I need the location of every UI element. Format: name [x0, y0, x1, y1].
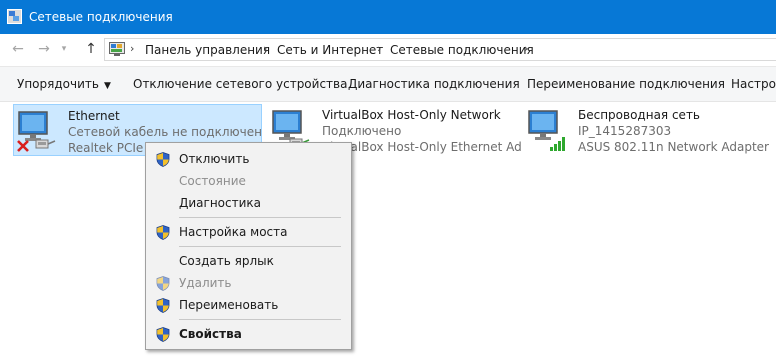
menu-label: Настройка моста — [179, 225, 288, 239]
disable-device-button[interactable]: Отключение сетевого устройства — [133, 77, 347, 91]
up-arrow-icon[interactable]: ↑ — [82, 40, 100, 58]
menu-label: Состояние — [179, 174, 246, 188]
wifi-signal-icon — [550, 137, 565, 151]
connection-name: Ethernet — [68, 109, 120, 123]
connection-item-wireless[interactable]: Беспроводная сеть IP_1415287303 ASUS 802… — [524, 104, 774, 156]
uac-shield-icon — [156, 298, 170, 313]
connection-name: VirtualBox Host-Only Network — [322, 108, 501, 122]
dropdown-icon: ▼ — [103, 81, 111, 91]
menu-item-disable[interactable]: Отключить — [146, 148, 351, 170]
menu-item-delete[interactable]: Удалить — [146, 272, 351, 294]
menu-separator — [179, 217, 341, 218]
breadcrumb-network-connections[interactable]: Сетевые подключения — [390, 43, 534, 57]
forward-arrow-icon[interactable]: → — [35, 40, 53, 58]
uac-shield-icon — [156, 276, 170, 291]
breadcrumb-separator-icon: › — [524, 42, 529, 55]
connection-status: Сетевой кабель не подключен — [68, 125, 262, 139]
connection-status: IP_1415287303 — [578, 124, 672, 138]
settings-button[interactable]: Настрой — [731, 77, 776, 91]
menu-item-diagnostics[interactable]: Диагностика — [146, 192, 351, 214]
title-bar: Сетевые подключения — [0, 0, 776, 34]
uac-shield-icon — [156, 152, 170, 167]
menu-item-properties[interactable]: Свойства — [146, 323, 351, 345]
menu-label: Отключить — [179, 152, 250, 166]
breadcrumb-network-internet[interactable]: Сеть и Интернет — [277, 43, 383, 57]
menu-label: Создать ярлык — [179, 254, 274, 268]
breadcrumb-separator-icon: › — [263, 42, 268, 55]
connection-adapter: Realtek PCIe G — [68, 141, 157, 155]
breadcrumb-separator-icon: › — [377, 42, 382, 55]
menu-item-bridge[interactable]: Настройка моста — [146, 221, 351, 243]
diagnose-connection-button[interactable]: Диагностика подключения — [348, 77, 520, 91]
ethernet-cable-icon — [35, 139, 56, 149]
connection-adapter: ASUS 802.11n Network Adapter — [578, 140, 769, 154]
organize-button[interactable]: Упорядочить ▼ — [17, 77, 111, 91]
menu-label: Переименовать — [179, 298, 279, 312]
organize-label: Упорядочить — [17, 77, 99, 91]
menu-label: Удалить — [179, 276, 232, 290]
navigation-bar: ← → ▾ ↑ › Панель управления › Сеть и Инт… — [0, 34, 776, 66]
window-title: Сетевые подключения — [29, 10, 173, 24]
menu-item-rename[interactable]: Переименовать — [146, 294, 351, 316]
network-connections-icon — [7, 9, 22, 24]
rename-connection-button[interactable]: Переименование подключения — [527, 77, 725, 91]
menu-item-status[interactable]: Состояние — [146, 170, 351, 192]
menu-item-create-shortcut[interactable]: Создать ярлык — [146, 250, 351, 272]
menu-label: Диагностика — [179, 196, 262, 210]
red-x-icon — [17, 140, 29, 152]
breadcrumb-control-panel[interactable]: Панель управления — [145, 43, 270, 57]
control-panel-icon — [109, 42, 125, 56]
menu-separator — [179, 246, 341, 247]
connection-status: Подключено — [322, 124, 402, 138]
recent-locations-dropdown-icon[interactable]: ▾ — [58, 40, 70, 58]
command-bar: Упорядочить ▼ Отключение сетевого устройс… — [0, 66, 776, 102]
back-arrow-icon[interactable]: ← — [9, 40, 27, 58]
uac-shield-icon — [156, 327, 170, 342]
context-menu: Отключить Состояние Диагностика Настройк… — [145, 142, 352, 350]
menu-separator — [179, 319, 341, 320]
connection-name: Беспроводная сеть — [578, 108, 701, 122]
breadcrumb-separator-icon: › — [130, 42, 135, 55]
menu-label: Свойства — [179, 327, 242, 341]
address-bar[interactable]: › Панель управления › Сеть и Интернет › … — [104, 38, 776, 61]
uac-shield-icon — [156, 225, 170, 240]
